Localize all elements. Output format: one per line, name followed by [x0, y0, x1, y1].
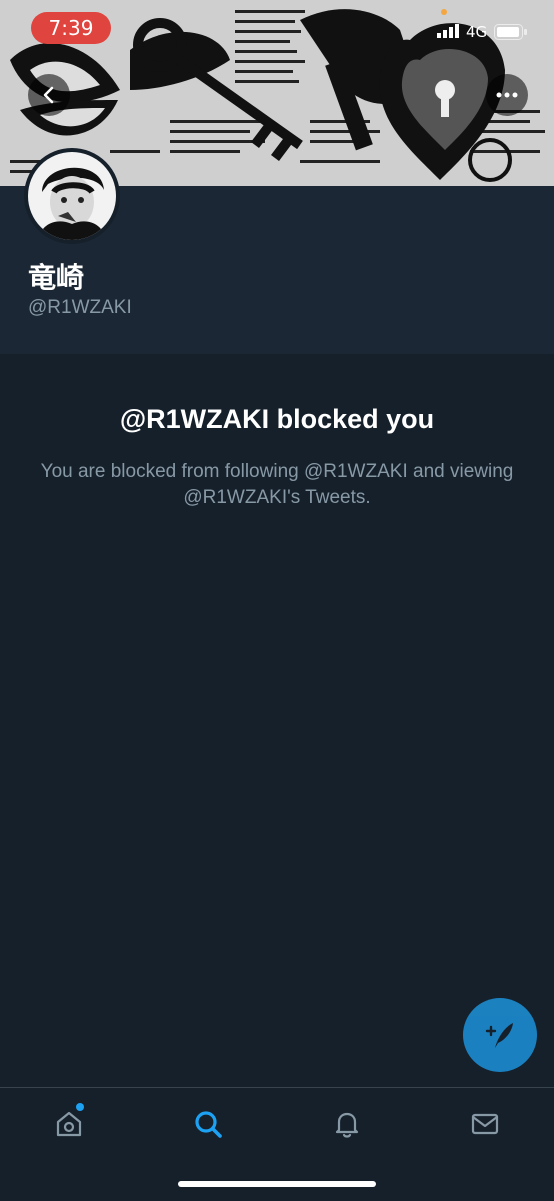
tab-notifications[interactable] [327, 1104, 367, 1144]
avatar[interactable] [24, 148, 120, 244]
battery-icon [494, 24, 527, 40]
profile-handle: @R1WZAKI [28, 297, 132, 318]
avatar-image [28, 152, 116, 240]
more-dots-icon [496, 92, 518, 98]
tab-home[interactable] [49, 1104, 89, 1144]
network-type: 4G [466, 23, 488, 41]
privacy-indicator-dot [441, 9, 447, 15]
blocked-title: @R1WZAKI blocked you [119, 404, 435, 434]
bell-icon [335, 1112, 359, 1138]
more-options-button[interactable] [486, 74, 528, 116]
profile-display-name: 竜崎 [28, 261, 85, 294]
search-icon [195, 1111, 222, 1138]
compose-tweet-icon [485, 1023, 513, 1048]
tab-messages[interactable] [465, 1104, 505, 1144]
tab-search[interactable] [188, 1104, 228, 1144]
compose-tweet-button[interactable] [463, 998, 537, 1072]
home-notification-dot [76, 1103, 84, 1111]
home-indicator[interactable] [178, 1181, 376, 1187]
back-button[interactable] [28, 74, 70, 116]
mail-icon [471, 1113, 499, 1135]
home-icon [56, 1111, 82, 1137]
status-bar: 7:39 4G [0, 0, 554, 56]
signal-icon [437, 24, 459, 38]
blocked-description: You are blocked from following @R1WZAKI … [40, 461, 514, 508]
status-time: 7:39 [31, 12, 111, 44]
chevron-left-icon [43, 86, 54, 104]
